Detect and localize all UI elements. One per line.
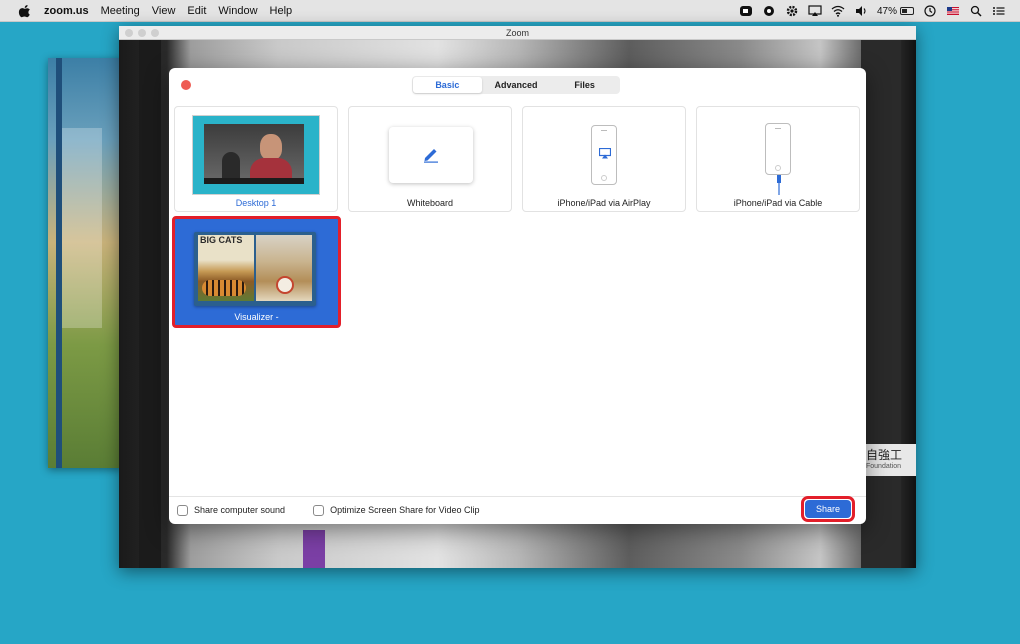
menu-view[interactable]: View bbox=[152, 5, 176, 17]
tile-label: iPhone/iPad via AirPlay bbox=[557, 198, 651, 208]
whiteboard-card bbox=[389, 127, 473, 183]
battery-icon bbox=[900, 7, 914, 15]
book-text-panel bbox=[62, 128, 102, 328]
optimize-video-checkbox[interactable] bbox=[313, 504, 325, 516]
tile-label: Visualizer - bbox=[234, 312, 279, 322]
phone-icon bbox=[591, 125, 617, 185]
airplay-icon bbox=[599, 148, 611, 159]
phone-home-button bbox=[775, 165, 781, 171]
cable-icon bbox=[777, 175, 781, 195]
share-tile-airplay[interactable]: iPhone/iPad via AirPlay bbox=[522, 106, 686, 212]
gear-icon[interactable] bbox=[785, 5, 799, 17]
spotlight-search-icon[interactable] bbox=[969, 5, 983, 17]
tile-label: iPhone/iPad via Cable bbox=[733, 198, 823, 208]
phone-speaker bbox=[601, 130, 607, 131]
wifi-icon[interactable] bbox=[831, 5, 845, 17]
battery-percent: 47% bbox=[876, 5, 897, 17]
tile-label: Whiteboard bbox=[406, 198, 454, 208]
battery-indicator[interactable]: 47% bbox=[877, 6, 914, 17]
share-button-label: Share bbox=[805, 500, 851, 518]
tab-advanced[interactable]: Advanced bbox=[482, 77, 551, 93]
tile-label: Desktop 1 bbox=[235, 198, 277, 208]
app-menu[interactable]: zoom.us bbox=[44, 5, 89, 17]
zoom-titlebar[interactable]: Zoom bbox=[119, 26, 916, 40]
share-sound-label[interactable]: Share computer sound bbox=[194, 505, 285, 515]
close-window-icon[interactable] bbox=[125, 29, 133, 37]
share-tabs: Basic Advanced Files bbox=[412, 76, 620, 94]
background-book-window[interactable] bbox=[48, 58, 122, 468]
desktop-thumbnail-video bbox=[204, 124, 304, 184]
book-circle-graphic bbox=[276, 276, 294, 294]
zoom-status-icon[interactable] bbox=[739, 5, 753, 17]
street-sign-text: 自強工 bbox=[866, 448, 903, 462]
book-title: BIG CATS bbox=[200, 235, 243, 245]
phone-icon bbox=[765, 123, 791, 175]
close-dialog-icon[interactable] bbox=[181, 80, 191, 90]
phone-home-button bbox=[601, 175, 607, 181]
menu-meeting[interactable]: Meeting bbox=[101, 5, 140, 17]
book-thumbnail: BIG CATS bbox=[194, 232, 316, 306]
menu-help[interactable]: Help bbox=[270, 5, 293, 17]
video-pillar-left bbox=[139, 40, 161, 568]
pen-icon bbox=[424, 149, 438, 163]
street-sign-subtext: Foundation bbox=[866, 463, 902, 470]
share-tile-desktop-1[interactable]: Desktop 1 bbox=[174, 106, 338, 212]
street-sign: 自強工 Foundation bbox=[863, 444, 916, 476]
share-tile-visualizer[interactable]: BIG CATS Visualizer - bbox=[172, 216, 341, 328]
airplay-display-icon[interactable] bbox=[808, 5, 822, 17]
menu-window[interactable]: Window bbox=[218, 5, 257, 17]
share-tile-whiteboard[interactable]: Whiteboard bbox=[348, 106, 512, 212]
notification-center-icon[interactable] bbox=[992, 5, 1006, 17]
video-purple-object bbox=[303, 530, 325, 568]
video-pillar-right bbox=[861, 40, 901, 568]
tab-basic[interactable]: Basic bbox=[413, 77, 482, 93]
battery-fill bbox=[902, 9, 907, 13]
thumbnail-toolbar bbox=[204, 178, 304, 184]
apple-logo-icon[interactable] bbox=[18, 4, 32, 18]
menu-edit[interactable]: Edit bbox=[187, 5, 206, 17]
tiger-image bbox=[202, 280, 246, 296]
window-title: Zoom bbox=[505, 28, 529, 38]
tab-files[interactable]: Files bbox=[550, 77, 619, 93]
optimize-video-label[interactable]: Optimize Screen Share for Video Clip bbox=[330, 505, 479, 515]
phone-speaker bbox=[775, 128, 781, 129]
thumbnail-face bbox=[260, 134, 282, 160]
desktop-thumbnail bbox=[192, 115, 320, 195]
us-flag-icon[interactable] bbox=[946, 5, 960, 17]
status-area: 47% bbox=[739, 0, 1006, 22]
volume-icon[interactable] bbox=[854, 5, 868, 17]
menu-bar: zoom.us Meeting View Edit Window Help 47… bbox=[0, 0, 1020, 22]
creative-cloud-icon[interactable] bbox=[762, 5, 776, 17]
footer-divider bbox=[169, 496, 866, 497]
clock-icon[interactable] bbox=[923, 5, 937, 17]
minimize-window-icon[interactable] bbox=[138, 29, 146, 37]
share-screen-dialog: Basic Advanced Files Desktop 1 Whiteboar… bbox=[169, 68, 866, 524]
share-button[interactable]: Share bbox=[801, 496, 855, 522]
share-options: Share computer sound Optimize Screen Sha… bbox=[177, 502, 479, 518]
share-tile-cable[interactable]: iPhone/iPad via Cable bbox=[696, 106, 860, 212]
share-sound-checkbox[interactable] bbox=[177, 504, 188, 516]
zoom-window-icon[interactable] bbox=[151, 29, 159, 37]
